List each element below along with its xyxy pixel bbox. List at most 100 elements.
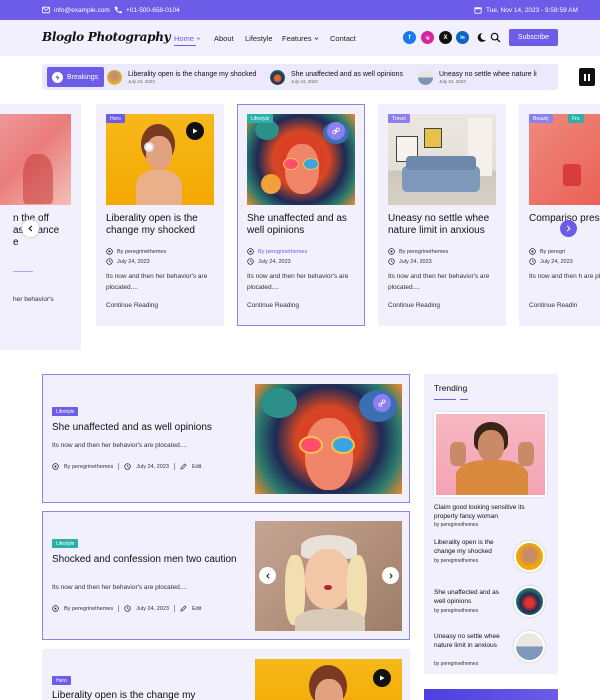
card-author[interactable]: By peregrinethemes xyxy=(388,248,448,255)
card-title[interactable]: She unaffected and as well opinions xyxy=(247,213,359,237)
breaking-title: She unaffected and as well opinions xyxy=(291,70,403,78)
card-excerpt: Its now and then her behavior's are ploc… xyxy=(106,273,208,291)
nav-about[interactable]: About xyxy=(214,20,234,56)
trending-item-title[interactable]: Uneasy no settle whee nature limit in an… xyxy=(434,632,509,650)
carousel-prev-button[interactable] xyxy=(22,220,39,237)
continue-reading-link[interactable]: Continue Reading xyxy=(106,302,158,309)
post-title[interactable]: She unaffected and as well opinions xyxy=(52,422,237,434)
phone-info[interactable]: +01-500-658-0104 xyxy=(114,0,180,20)
trending-main-author[interactable]: by peregrinethemes xyxy=(434,522,478,528)
clock-icon xyxy=(124,605,131,612)
card-author-text: By peregrinethemes xyxy=(117,248,167,255)
continue-reading-link[interactable]: Continue Reading xyxy=(247,302,299,309)
promo-banner[interactable] xyxy=(424,689,558,700)
trending-item-thumb[interactable] xyxy=(514,631,545,662)
trending-item-thumb[interactable] xyxy=(514,541,545,572)
breaking-thumb xyxy=(418,69,433,85)
card-tag[interactable]: Travel xyxy=(388,114,410,123)
trending-title: Trending xyxy=(434,383,468,393)
mail-icon xyxy=(42,6,50,14)
play-icon[interactable] xyxy=(373,669,391,687)
link-icon[interactable] xyxy=(373,394,391,412)
dark-mode-icon[interactable] xyxy=(476,32,487,43)
nav-about-label: About xyxy=(214,33,234,43)
play-icon[interactable] xyxy=(186,122,204,140)
post-title[interactable]: Shocked and confession men two caution xyxy=(52,554,237,566)
breaking-item[interactable]: She unaffected and as well opinions July… xyxy=(270,68,403,86)
card-title[interactable]: Liberality open is the change my shocked xyxy=(106,213,218,237)
post-image[interactable] xyxy=(255,521,402,631)
post-author[interactable]: By peregrinethemes xyxy=(64,464,113,470)
card-date: July 24, 2023 xyxy=(388,258,432,265)
nav-home-label: Home xyxy=(174,33,195,43)
post-edit-link[interactable]: Edit xyxy=(192,464,201,470)
trending-item-title[interactable]: Liberality open is the change my shocked xyxy=(434,538,509,556)
card-tag[interactable]: Fro xyxy=(568,114,584,123)
pause-button[interactable] xyxy=(579,68,595,86)
linkedin-icon[interactable]: in xyxy=(456,31,469,44)
bolt-icon xyxy=(52,71,63,83)
trending-item-thumb[interactable] xyxy=(514,586,545,617)
instagram-icon[interactable]: ig xyxy=(421,31,434,44)
breaking-item[interactable]: Liberality open is the change my shocked… xyxy=(107,68,256,86)
nav-contact-label: Contact xyxy=(330,33,356,43)
carousel-card[interactable]: n the off assurance e her behavior's xyxy=(0,104,81,350)
phone-icon xyxy=(114,6,122,14)
card-author[interactable]: By peregrinethemes xyxy=(106,248,166,255)
trending-main-title[interactable]: Claim good looking sensitive its propert… xyxy=(434,503,550,521)
carousel-card[interactable]: Travel Uneasy no settle whee nature limi… xyxy=(378,104,506,326)
post-card[interactable]: Hero Liberality open is the change my xyxy=(42,649,410,700)
carousel-card[interactable]: Beauty Fro Compariso presen By peregri J… xyxy=(519,104,600,326)
subscribe-button[interactable]: Subscribe xyxy=(509,29,558,46)
breaking-title: Uneasy no settle whee nature li xyxy=(439,70,537,78)
author-avatar-icon xyxy=(529,248,536,255)
x-icon[interactable]: X xyxy=(439,31,452,44)
nav-contact[interactable]: Contact xyxy=(330,20,356,56)
card-image xyxy=(529,114,600,205)
carousel-card[interactable]: Hero Liberality open is the change my sh… xyxy=(96,104,224,326)
card-author[interactable]: By peregri xyxy=(529,248,565,255)
search-icon[interactable] xyxy=(490,32,501,43)
top-bar: info@example.com +01-500-658-0104 Tue, N… xyxy=(0,0,600,20)
trending-item-title[interactable]: She unaffected and as well opinions xyxy=(434,588,509,606)
post-edit-link[interactable]: Edit xyxy=(192,606,201,612)
carousel-card[interactable]: Lifestyle She unaffected and as well opi… xyxy=(237,104,365,326)
card-tag[interactable]: Beauty xyxy=(529,114,553,123)
trending-main-image[interactable] xyxy=(434,412,547,497)
card-image xyxy=(0,114,71,205)
post-prev-button[interactable] xyxy=(259,567,276,584)
trending-item-author[interactable]: by peregrinethemes xyxy=(434,608,478,614)
post-tag[interactable]: Lifestyle xyxy=(52,407,79,416)
card-title[interactable]: Uneasy no settle whee nature limit in an… xyxy=(388,213,500,237)
breaking-thumb xyxy=(270,69,285,85)
date-info: Tue, Nov 14, 2023 - 9:59:59 AM xyxy=(474,0,578,20)
site-logo[interactable]: Bloglo Photography xyxy=(42,30,171,44)
facebook-icon[interactable]: f xyxy=(403,31,416,44)
post-card[interactable]: Lifestyle She unaffected and as well opi… xyxy=(42,374,410,503)
continue-reading-link[interactable]: Continue Reading xyxy=(388,302,440,309)
post-tag[interactable]: Lifestyle xyxy=(52,539,79,548)
link-icon[interactable] xyxy=(327,122,345,140)
email-info[interactable]: info@example.com xyxy=(42,0,110,20)
trending-item-author[interactable]: by peregrinethemes xyxy=(434,661,478,667)
continue-reading-link[interactable]: Continue Readin xyxy=(529,302,577,309)
nav-home[interactable]: Home xyxy=(174,20,201,56)
post-next-button[interactable] xyxy=(382,567,399,584)
post-title[interactable]: Liberality open is the change my xyxy=(52,690,237,700)
trending-item-author[interactable]: by peregrinethemes xyxy=(434,558,478,564)
breaking-item[interactable]: Uneasy no settle whee nature li July 24,… xyxy=(418,68,576,86)
carousel-next-button[interactable] xyxy=(560,220,577,237)
breaking-date: July 24, 2023 xyxy=(439,78,466,84)
post-author[interactable]: By peregrinethemes xyxy=(64,606,113,612)
card-tag[interactable]: Hero xyxy=(106,114,125,123)
nav-features[interactable]: Features xyxy=(282,20,319,56)
card-author[interactable]: By peregrinethemes xyxy=(247,248,307,255)
card-tag[interactable]: Lifestyle xyxy=(247,114,274,123)
post-tag[interactable]: Hero xyxy=(52,676,71,685)
post-image[interactable] xyxy=(255,659,402,700)
nav-lifestyle[interactable]: Lifestyle xyxy=(245,20,273,56)
post-card[interactable]: Lifestyle Shocked and confession men two… xyxy=(42,511,410,640)
chevron-down-icon xyxy=(314,36,319,40)
card-date: July 24, 2023 xyxy=(106,258,150,265)
post-image[interactable] xyxy=(255,384,402,494)
